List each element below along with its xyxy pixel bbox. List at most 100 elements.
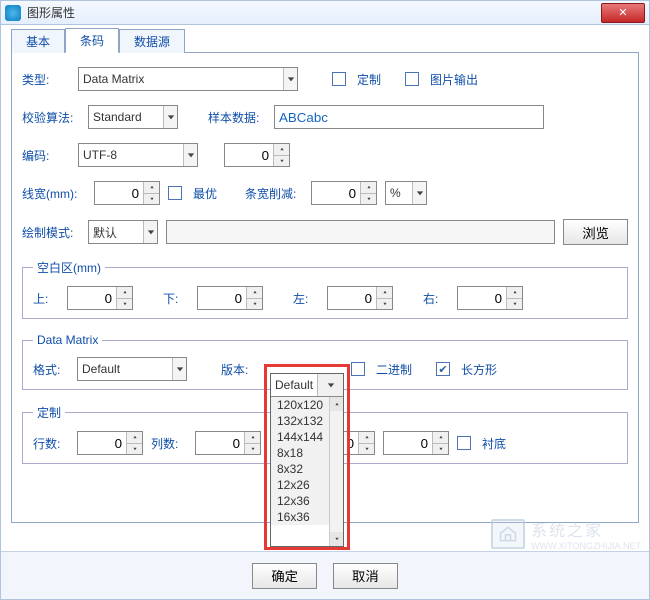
encoding-spin[interactable] xyxy=(224,143,290,167)
spin-up-icon[interactable] xyxy=(143,182,159,194)
tab-strip: 基本 条码 数据源 xyxy=(11,29,639,53)
optimal-checkbox[interactable] xyxy=(168,186,182,200)
dropdown-scrollbar[interactable] xyxy=(329,397,343,546)
chevron-down-icon xyxy=(163,106,177,128)
version-dropdown[interactable]: Default 120x120 132x132 144x144 8x18 8x3… xyxy=(270,373,344,547)
spin-up-icon[interactable] xyxy=(273,144,289,156)
spin-down-icon[interactable] xyxy=(126,444,142,455)
rect-checkbox[interactable] xyxy=(436,362,450,376)
qz-bottom-spin[interactable] xyxy=(197,286,263,310)
close-button[interactable]: ✕ xyxy=(601,3,645,23)
encoding-spin-input[interactable] xyxy=(225,144,273,166)
cancel-button[interactable]: 取消 xyxy=(333,563,398,589)
qz-top-label: 上: xyxy=(33,290,59,307)
spin-down-icon[interactable] xyxy=(358,444,374,455)
barreduce-input[interactable] xyxy=(312,182,360,204)
scroll-up-icon[interactable] xyxy=(330,397,343,411)
spin-down-icon[interactable] xyxy=(376,299,392,310)
quietzone-legend: 空白区(mm) xyxy=(33,259,105,276)
tab-barcode[interactable]: 条码 xyxy=(65,28,119,53)
scroll-down-icon[interactable] xyxy=(330,532,343,546)
spin-up-icon[interactable] xyxy=(246,287,262,299)
titlebar: 图形属性 ✕ xyxy=(1,1,649,25)
dm-format-select[interactable]: Default xyxy=(77,357,187,381)
version-option-list: 120x120 132x132 144x144 8x18 8x32 12x26 … xyxy=(271,396,343,546)
barreduce-spin[interactable] xyxy=(311,181,377,205)
qz-top-spin[interactable] xyxy=(67,286,133,310)
spin-down-icon[interactable] xyxy=(506,299,522,310)
spin-down-icon[interactable] xyxy=(244,444,260,455)
qz-right-label: 右: xyxy=(423,290,449,307)
ok-button[interactable]: 确定 xyxy=(252,563,317,589)
qz-top-input[interactable] xyxy=(68,287,116,309)
optimal-label: 最优 xyxy=(193,185,217,202)
sample-data-input[interactable] xyxy=(274,105,544,129)
scroll-thumb[interactable] xyxy=(330,411,343,532)
spin-down-icon[interactable] xyxy=(360,194,376,205)
rows-spin[interactable] xyxy=(77,431,143,455)
spin-down-icon[interactable] xyxy=(116,299,132,310)
panel: 类型: Data Matrix 定制 图片输出 校验算法: Standard xyxy=(11,53,639,523)
binary-label: 二进制 xyxy=(376,361,412,378)
version-select-box[interactable]: Default xyxy=(271,374,343,396)
watermark-url: WWW.XITONGZHIJIA.NET xyxy=(531,541,641,551)
quietzone-group: 空白区(mm) 上: 下: 左: 右: xyxy=(22,259,628,319)
spin-up-icon[interactable] xyxy=(116,287,132,299)
backing-checkbox[interactable] xyxy=(457,436,471,450)
custom-checkbox[interactable] xyxy=(332,72,346,86)
tab-basic[interactable]: 基本 xyxy=(11,29,65,53)
spin-up-icon[interactable] xyxy=(506,287,522,299)
spin-up-icon[interactable] xyxy=(358,432,374,444)
image-output-checkbox[interactable] xyxy=(405,72,419,86)
barreduce-unit-select[interactable]: % xyxy=(385,181,427,205)
spin-up-icon[interactable] xyxy=(376,287,392,299)
drawmode-value: 默认 xyxy=(93,224,117,241)
tab-datasource[interactable]: 数据源 xyxy=(119,29,185,53)
spin-up-icon[interactable] xyxy=(432,432,448,444)
watermark-icon xyxy=(491,519,525,549)
linewidth-input[interactable] xyxy=(95,182,143,204)
drawmode-select[interactable]: 默认 xyxy=(88,220,158,244)
cols-input[interactable] xyxy=(196,432,244,454)
check-algo-select[interactable]: Standard xyxy=(88,105,178,129)
linewidth-spin[interactable] xyxy=(94,181,160,205)
rows-label: 行数: xyxy=(33,435,69,452)
browse-button[interactable]: 浏览 xyxy=(563,219,628,245)
qz-bottom-label: 下: xyxy=(163,290,189,307)
dm-format-label: 格式: xyxy=(33,361,69,378)
version-selected: Default xyxy=(271,378,317,392)
image-output-label: 图片输出 xyxy=(430,71,478,88)
extra2-spin[interactable] xyxy=(383,431,449,455)
rows-input[interactable] xyxy=(78,432,126,454)
check-algo-label: 校验算法: xyxy=(22,109,80,126)
qz-bottom-input[interactable] xyxy=(198,287,246,309)
qz-right-input[interactable] xyxy=(458,287,506,309)
qz-right-spin[interactable] xyxy=(457,286,523,310)
check-algo-value: Standard xyxy=(93,110,142,124)
window: 图形属性 ✕ 基本 条码 数据源 类型: Data Matrix 定制 图片输出 xyxy=(0,0,650,600)
spin-up-icon[interactable] xyxy=(126,432,142,444)
type-select[interactable]: Data Matrix xyxy=(78,67,298,91)
cols-label: 列数: xyxy=(151,435,187,452)
spin-down-icon[interactable] xyxy=(432,444,448,455)
drawmode-label: 绘制模式: xyxy=(22,224,80,241)
chevron-down-icon xyxy=(412,182,426,204)
cols-spin[interactable] xyxy=(195,431,261,455)
spin-down-icon[interactable] xyxy=(246,299,262,310)
dm-legend: Data Matrix xyxy=(33,333,102,347)
spin-up-icon[interactable] xyxy=(244,432,260,444)
qz-left-spin[interactable] xyxy=(327,286,393,310)
spin-down-icon[interactable] xyxy=(273,156,289,167)
qz-left-input[interactable] xyxy=(328,287,376,309)
drawpath-input[interactable] xyxy=(166,220,555,244)
barreduce-unit: % xyxy=(390,186,401,200)
extra2-input[interactable] xyxy=(384,432,432,454)
dm-version-label: 版本: xyxy=(221,361,257,378)
encoding-select[interactable]: UTF-8 xyxy=(78,143,198,167)
binary-checkbox[interactable] xyxy=(351,362,365,376)
qz-left-label: 左: xyxy=(293,290,319,307)
spin-down-icon[interactable] xyxy=(143,194,159,205)
app-icon xyxy=(5,5,21,21)
chevron-down-icon xyxy=(283,68,297,90)
spin-up-icon[interactable] xyxy=(360,182,376,194)
